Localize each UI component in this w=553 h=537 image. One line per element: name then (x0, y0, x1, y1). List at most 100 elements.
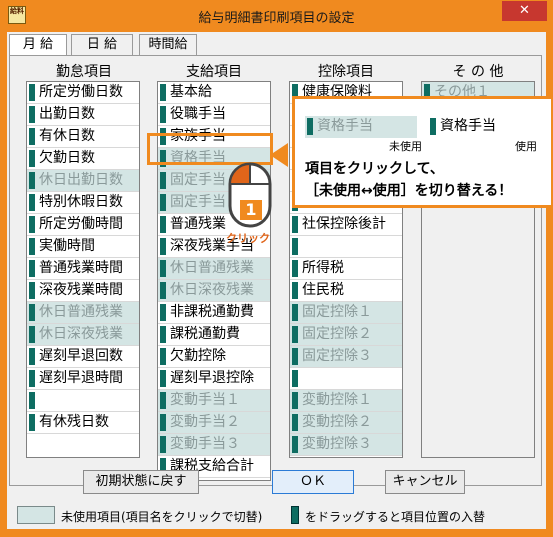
drag-handle-icon[interactable] (292, 436, 298, 453)
drag-handle-icon[interactable] (160, 238, 166, 255)
tab-monthly[interactable]: 月 給 (9, 34, 67, 57)
drag-handle-icon[interactable] (160, 260, 166, 277)
deduction-item[interactable]: 変動控除１ (290, 390, 402, 412)
attendance-item[interactable]: 深夜残業時間 (27, 280, 139, 302)
drag-handle-icon (307, 118, 313, 135)
drag-handle-icon[interactable] (29, 150, 35, 167)
tab-hourly[interactable]: 時間給 (139, 34, 197, 56)
drag-handle-icon[interactable] (292, 348, 298, 365)
drag-handle-icon[interactable] (160, 216, 166, 233)
attendance-item[interactable]: 特別休暇日数 (27, 192, 139, 214)
payment-item[interactable]: 課税通勤費 (158, 324, 270, 346)
drag-handle-icon[interactable] (160, 172, 166, 189)
drag-handle-icon[interactable] (292, 304, 298, 321)
drag-handle-icon[interactable] (29, 106, 35, 123)
drag-handle-icon[interactable] (160, 414, 166, 431)
drag-handle-icon[interactable] (292, 238, 298, 255)
attendance-header: 勤怠項目 (56, 64, 112, 80)
drag-handle-icon[interactable] (160, 84, 166, 101)
drag-handle-icon (430, 118, 436, 135)
reset-button[interactable]: 初期状態に戻す (83, 470, 199, 494)
payment-item[interactable]: 変動手当１ (158, 390, 270, 412)
attendance-item[interactable]: 遅刻早退時間 (27, 368, 139, 390)
deduction-item-label: 住民税 (302, 282, 344, 298)
drag-handle-legend-icon (291, 506, 299, 524)
drag-handle-icon[interactable] (292, 260, 298, 277)
payment-item[interactable]: 変動手当３ (158, 434, 270, 456)
payment-item[interactable]: 欠勤控除 (158, 346, 270, 368)
drag-handle-icon[interactable] (160, 436, 166, 453)
attendance-item[interactable]: 休日深夜残業 (27, 324, 139, 346)
drag-handle-icon[interactable] (29, 84, 35, 101)
deduction-item[interactable] (290, 368, 402, 390)
deduction-item[interactable]: 住民税 (290, 280, 402, 302)
attendance-item[interactable] (27, 390, 139, 412)
deduction-item[interactable] (290, 236, 402, 258)
deduction-item[interactable]: 固定控除２ (290, 324, 402, 346)
attendance-item[interactable]: 出勤日数 (27, 104, 139, 126)
drag-handle-icon[interactable] (160, 326, 166, 343)
payment-item[interactable]: 休日深夜残業 (158, 280, 270, 302)
attendance-item[interactable]: 実働時間 (27, 236, 139, 258)
deduction-item-label: 固定控除１ (302, 304, 372, 320)
payment-item[interactable]: 役職手当 (158, 104, 270, 126)
drag-handle-icon[interactable] (29, 216, 35, 233)
attendance-item[interactable]: 休日普通残業 (27, 302, 139, 324)
drag-handle-icon[interactable] (160, 194, 166, 211)
attendance-item[interactable]: 所定労働時間 (27, 214, 139, 236)
deduction-item-label: 社保控除後計 (302, 216, 386, 232)
callout-used-demo: 資格手当 (428, 116, 540, 138)
legend-drag-text: をドラッグすると項目位置の入替 (305, 510, 486, 524)
attendance-item[interactable]: 普通残業時間 (27, 258, 139, 280)
drag-handle-icon[interactable] (160, 370, 166, 387)
drag-handle-icon[interactable] (29, 304, 35, 321)
drag-handle-icon[interactable] (29, 370, 35, 387)
attendance-item[interactable]: 有休残日数 (27, 412, 139, 434)
drag-handle-icon[interactable] (160, 106, 166, 123)
deduction-item[interactable]: 固定控除１ (290, 302, 402, 324)
attendance-item[interactable]: 所定労働日数 (27, 82, 139, 104)
attendance-item-label: 特別休暇日数 (39, 194, 123, 210)
payment-item-label: 欠勤控除 (170, 348, 226, 364)
deduction-item[interactable]: 社保控除後計 (290, 214, 402, 236)
attendance-item[interactable]: 遅刻早退回数 (27, 346, 139, 368)
drag-handle-icon[interactable] (29, 348, 35, 365)
drag-handle-icon[interactable] (292, 370, 298, 387)
drag-handle-icon[interactable] (160, 348, 166, 365)
attendance-item[interactable]: 欠勤日数 (27, 148, 139, 170)
drag-handle-icon[interactable] (292, 216, 298, 233)
ok-button[interactable]: ＯＫ (272, 470, 354, 494)
deduction-item[interactable]: 固定控除３ (290, 346, 402, 368)
cancel-button[interactable]: キャンセル (385, 470, 465, 494)
drag-handle-icon[interactable] (292, 326, 298, 343)
deduction-item[interactable]: 変動控除２ (290, 412, 402, 434)
close-button[interactable]: ✕ (502, 1, 547, 21)
drag-handle-icon[interactable] (292, 282, 298, 299)
deduction-header: 控除項目 (318, 64, 374, 80)
payment-item[interactable]: 基本給 (158, 82, 270, 104)
drag-handle-icon[interactable] (29, 172, 35, 189)
attendance-item[interactable]: 休日出勤日数 (27, 170, 139, 192)
drag-handle-icon[interactable] (292, 414, 298, 431)
drag-handle-icon[interactable] (29, 282, 35, 299)
drag-handle-icon[interactable] (160, 282, 166, 299)
drag-handle-icon[interactable] (29, 414, 35, 431)
drag-handle-icon[interactable] (29, 326, 35, 343)
drag-handle-icon[interactable] (29, 260, 35, 277)
payment-item[interactable]: 遅刻早退控除 (158, 368, 270, 390)
drag-handle-icon[interactable] (160, 392, 166, 409)
attendance-item[interactable]: 有休日数 (27, 126, 139, 148)
payment-item[interactable]: 非課税通勤費 (158, 302, 270, 324)
payment-item[interactable]: 休日普通残業 (158, 258, 270, 280)
drag-handle-icon[interactable] (29, 238, 35, 255)
drag-handle-icon[interactable] (29, 128, 35, 145)
payment-item[interactable]: 変動手当２ (158, 412, 270, 434)
deduction-item[interactable]: 所得税 (290, 258, 402, 280)
drag-handle-icon[interactable] (160, 304, 166, 321)
drag-handle-icon[interactable] (292, 392, 298, 409)
drag-handle-icon[interactable] (29, 392, 35, 409)
drag-handle-icon[interactable] (29, 194, 35, 211)
payment-item-label: 遅刻早退控除 (170, 370, 254, 386)
deduction-item[interactable]: 変動控除３ (290, 434, 402, 456)
tab-daily[interactable]: 日 給 (71, 34, 133, 56)
